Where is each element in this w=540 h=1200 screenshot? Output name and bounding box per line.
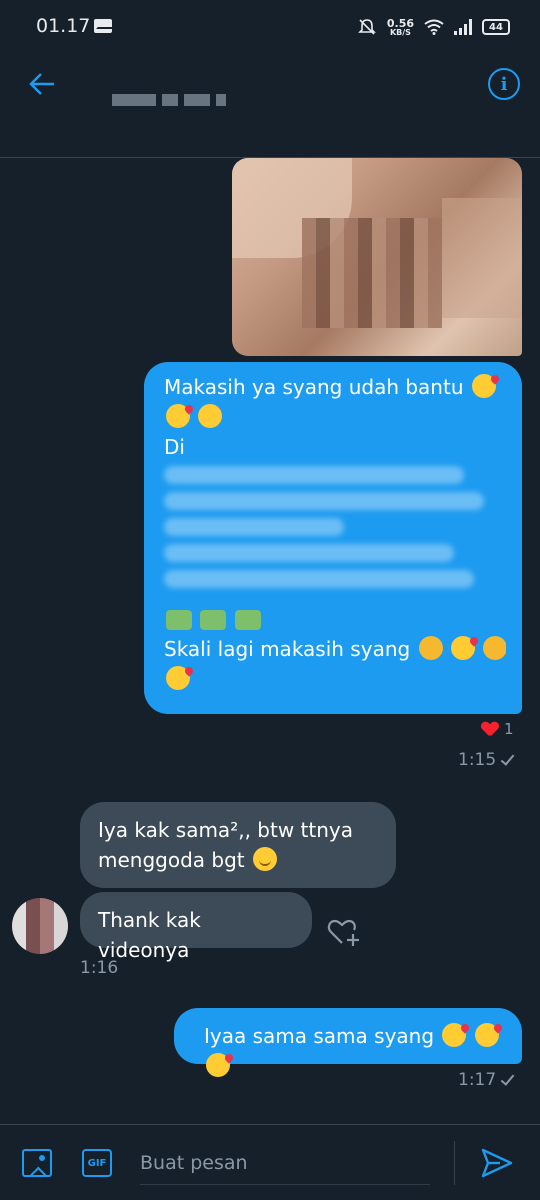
kiss-emoji-icon [166, 404, 190, 428]
kiss-emoji-icon [471, 374, 496, 398]
back-arrow-icon [29, 73, 54, 95]
kiss-emoji-icon [166, 666, 190, 690]
sent-message-bubble[interactable]: Makasih ya syang udah bantu Di Skali lag… [144, 362, 522, 714]
reaction-count: 1 [504, 720, 514, 738]
kiss-emoji-icon [474, 1023, 499, 1047]
network-speed-unit: KB/S [389, 27, 411, 37]
timestamp-text: 1:17 [458, 1070, 497, 1090]
composer-divider [454, 1141, 455, 1185]
wifi-icon [424, 19, 444, 35]
gif-icon[interactable]: GIF [82, 1149, 112, 1177]
info-icon[interactable]: i [488, 68, 520, 100]
signal-icon [454, 19, 472, 35]
money-emoji-icon [166, 610, 192, 630]
add-reaction-icon[interactable] [326, 914, 362, 950]
timestamp-text: 1:16 [80, 958, 119, 978]
received-message-bubble[interactable]: Iya kak sama²,, btw ttnya menggoda bgt [80, 802, 396, 888]
message-timestamp: 1:15 [458, 750, 515, 770]
image-icon[interactable] [22, 1149, 52, 1177]
status-icons: 0.56 KB/S 44 [357, 14, 510, 40]
wink-emoji-icon [198, 404, 223, 428]
message-timestamp: 1:17 [458, 1070, 515, 1090]
timestamp-text: 1:15 [458, 750, 497, 770]
message-timestamp: 1:16 [80, 958, 118, 978]
network-speed: 0.56 KB/S [387, 18, 414, 37]
send-icon[interactable] [480, 1147, 514, 1179]
hug-emoji-icon [483, 636, 506, 660]
message-text: Iyaa sama sama syang [204, 1024, 435, 1048]
dm-conversation-screen: 01.17 0.56 KB/S 44 i Makasih ya syang ud… [0, 0, 540, 1200]
battery-icon: 44 [482, 19, 510, 35]
kiss-emoji-icon [450, 636, 475, 660]
contact-name-redacted[interactable] [112, 94, 226, 108]
blurred-message-text [164, 466, 506, 600]
message-composer: GIF [0, 1124, 540, 1200]
smile-emoji-icon [253, 847, 277, 871]
message-input[interactable] [140, 1141, 430, 1185]
back-button[interactable] [24, 66, 60, 102]
sent-media-image[interactable] [232, 158, 522, 356]
money-emoji-icon [200, 610, 227, 630]
money-emoji-icon [234, 610, 261, 630]
status-time: 01.17 [36, 15, 91, 37]
network-speed-value: 0.56 [386, 16, 414, 30]
message-text-partial: Di [164, 435, 185, 459]
kiss-emoji-icon [206, 1053, 230, 1077]
message-text: Thank kak videonya [98, 908, 201, 962]
check-icon [500, 1070, 515, 1086]
check-icon [500, 750, 515, 766]
message-text: Iya kak sama²,, btw ttnya menggoda bgt [98, 818, 353, 872]
kiss-emoji-icon [442, 1023, 467, 1047]
heart-icon [482, 722, 498, 736]
hug-emoji-icon [418, 636, 443, 660]
mute-icon [357, 19, 376, 35]
message-text: Skali lagi makasih syang [164, 637, 411, 661]
message-text: Makasih ya syang udah bantu [164, 375, 464, 399]
message-notification-icon [94, 19, 112, 33]
message-reaction[interactable]: 1 [482, 720, 514, 738]
received-message-bubble[interactable]: Thank kak videonya [80, 892, 312, 962]
contact-avatar[interactable] [12, 898, 68, 954]
status-bar: 01.17 0.56 KB/S 44 [0, 0, 540, 54]
conversation-header: i [0, 54, 540, 158]
sent-message-bubble[interactable]: Iyaa sama sama syang [174, 1008, 522, 1077]
